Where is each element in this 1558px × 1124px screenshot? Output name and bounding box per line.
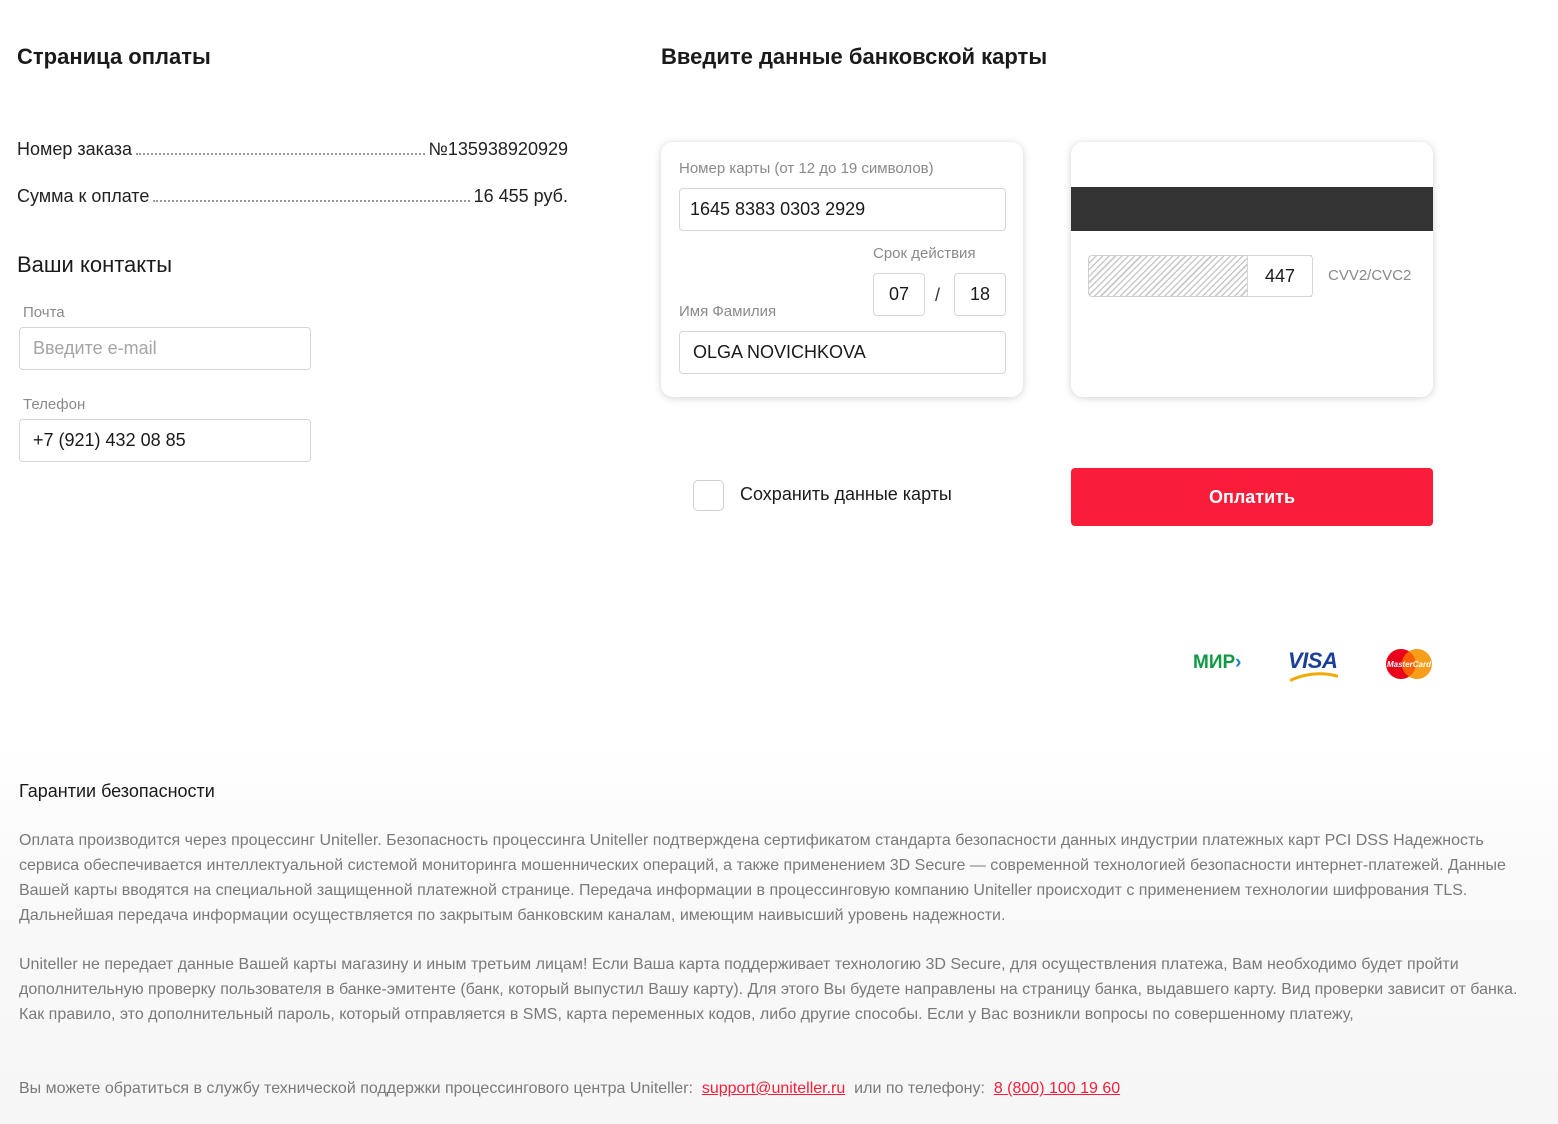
security-paragraph-2: Uniteller не передает данные Вашей карты… bbox=[19, 956, 1518, 1023]
order-sum-value: 16 455 руб. bbox=[473, 186, 568, 206]
order-number-row: Номер заказа №135938920929 bbox=[17, 139, 568, 160]
mastercard-logo: MasterCard bbox=[1386, 649, 1432, 679]
magnetic-stripe bbox=[1071, 187, 1433, 231]
order-number-value: №135938920929 bbox=[428, 139, 568, 159]
support-email-link[interactable]: support@uniteller.ru bbox=[702, 1080, 845, 1097]
support-prefix: Вы можете обратиться в службу техническо… bbox=[19, 1080, 693, 1097]
dotted-leader bbox=[136, 153, 425, 155]
support-middle: или по телефону: bbox=[854, 1080, 985, 1097]
expiry-year-field[interactable] bbox=[954, 273, 1006, 316]
card-front-panel: Номер карты (от 12 до 19 символов) Срок … bbox=[661, 142, 1023, 397]
visa-swoosh-icon bbox=[1290, 672, 1338, 682]
contacts-title: Ваши контакты bbox=[17, 252, 173, 277]
visa-logo: VISA bbox=[1288, 648, 1340, 684]
security-paragraph-1: Оплата производится через процессинг Uni… bbox=[19, 832, 1506, 924]
expiry-label: Срок действия bbox=[873, 245, 976, 262]
card-back-panel: CVV2/CVC2 bbox=[1071, 142, 1433, 397]
support-phone-link[interactable]: 8 (800) 100 19 60 bbox=[994, 1080, 1120, 1097]
support-line: Вы можете обратиться в службу техническо… bbox=[19, 1076, 1120, 1101]
security-title: Гарантии безопасности bbox=[19, 781, 215, 801]
email-field[interactable] bbox=[19, 327, 311, 370]
page-title: Страница оплаты bbox=[17, 44, 211, 69]
mir-logo-text: МИР bbox=[1193, 652, 1236, 673]
phone-label: Телефон bbox=[23, 396, 86, 413]
email-label: Почта bbox=[23, 304, 65, 321]
card-number-field[interactable] bbox=[679, 188, 1006, 231]
save-card-label[interactable]: Сохранить данные карты bbox=[740, 484, 952, 505]
card-section-title: Введите данные банковской карты bbox=[661, 44, 1048, 69]
card-number-label: Номер карты (от 12 до 19 символов) bbox=[679, 160, 934, 177]
expiry-separator: / bbox=[935, 285, 941, 305]
dotted-leader bbox=[153, 200, 470, 202]
expiry-month-field[interactable] bbox=[873, 273, 925, 316]
phone-field[interactable] bbox=[19, 419, 311, 462]
cvv-field[interactable] bbox=[1247, 255, 1313, 297]
pay-button[interactable]: Оплатить bbox=[1071, 468, 1433, 526]
security-section bbox=[0, 740, 1558, 1124]
order-number-label: Номер заказа bbox=[17, 139, 133, 159]
svg-text:MasterCard: MasterCard bbox=[1387, 660, 1432, 669]
cvv-label: CVV2/CVC2 bbox=[1328, 267, 1412, 284]
visa-logo-text: VISA bbox=[1288, 648, 1338, 673]
order-sum-label: Сумма к оплате bbox=[17, 186, 150, 206]
save-card-checkbox[interactable] bbox=[693, 480, 724, 511]
order-sum-row: Сумма к оплате 16 455 руб. bbox=[17, 186, 568, 207]
cardholder-label: Имя Фамилия bbox=[679, 303, 777, 320]
mir-logo: МИР› bbox=[1193, 652, 1242, 673]
cardholder-name-field[interactable] bbox=[679, 331, 1006, 374]
